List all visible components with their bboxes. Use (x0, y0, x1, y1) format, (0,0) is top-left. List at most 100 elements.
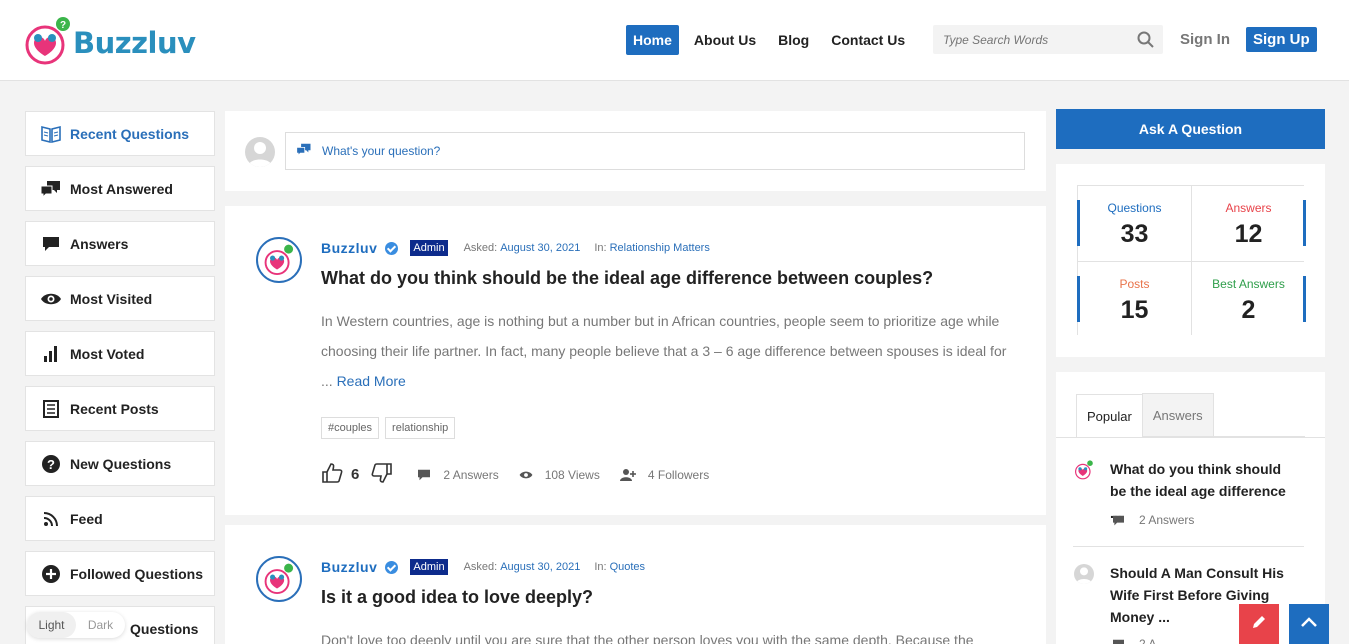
question-category[interactable]: Quotes (610, 561, 645, 573)
question-excerpt: In Western countries, age is nothing but… (321, 306, 1021, 396)
question-title[interactable]: Is it a good idea to love deeply? (321, 587, 593, 608)
question-date[interactable]: August 30, 2021 (500, 242, 580, 254)
stat-label: Best Answers (1212, 277, 1285, 291)
svg-text:?: ? (60, 20, 66, 31)
divider (1073, 546, 1304, 547)
eye-icon (519, 471, 533, 478)
svg-text:?: ? (47, 457, 55, 472)
chat-bubble-icon (1113, 639, 1124, 644)
answers-text: 2 Answers (1139, 513, 1195, 527)
answers-text: 2 A (1139, 637, 1157, 644)
question-tags: #couples relationship (321, 417, 461, 439)
question-card: Buzzluv Admin Asked: August 30, 2021 In:… (225, 525, 1046, 644)
stat-label: Posts (1119, 277, 1150, 291)
sidebar-item-label: Answers (70, 235, 129, 252)
excerpt-text: Don't love too deeply until you are sure… (321, 632, 974, 644)
sidebar-item-followed-questions[interactable]: Followed Questions (25, 551, 215, 596)
sidebar-item-most-voted[interactable]: Most Voted (25, 331, 215, 376)
sidebar-item-recent-questions[interactable]: Recent Questions (25, 111, 215, 156)
popular-answers-count[interactable]: 2 Answers (1112, 513, 1194, 527)
chat-bubbles-icon (40, 179, 62, 199)
tab-popular[interactable]: Popular (1076, 394, 1143, 437)
stat-label: Questions (1107, 201, 1162, 215)
question-excerpt: Don't love too deeply until you are sure… (321, 625, 1021, 644)
document-icon (40, 399, 62, 419)
sidebar-item-most-answered[interactable]: Most Answered (25, 166, 215, 211)
main-nav: Home About Us Blog Contact Us (626, 25, 920, 55)
rss-icon (40, 509, 62, 529)
question-circle-icon: ? (40, 454, 62, 474)
sidebar-item-label: Recent Posts (70, 400, 159, 417)
sidebar-item-label: New Questions (70, 455, 172, 472)
search-icon[interactable] (1137, 31, 1154, 53)
sidebar-item-new-questions[interactable]: ? New Questions (25, 441, 215, 486)
logo-icon: ? (25, 16, 71, 66)
category-label: In: (594, 242, 607, 254)
sidebar-item-label: Most Voted (70, 345, 145, 362)
author-name[interactable]: Buzzluv (321, 559, 377, 575)
bar-chart-icon (40, 344, 62, 364)
question-card: Buzzluv Admin Asked: August 30, 2021 In:… (225, 206, 1046, 515)
nav-blog[interactable]: Blog (771, 25, 816, 55)
ask-question-placeholder: What's your question? (322, 144, 441, 158)
stat-label: Answers (1225, 201, 1272, 215)
sidebar-item-answers[interactable]: Answers (25, 221, 215, 266)
popular-widget: Popular Answers What do you think should… (1056, 372, 1325, 644)
stat-value: 2 (1241, 296, 1256, 324)
stat-value: 15 (1120, 296, 1149, 324)
stats-widget: Questions 33 Answers 12 Posts 15 Best An… (1056, 164, 1325, 357)
excerpt-text: In Western countries, age is nothing but… (321, 313, 1007, 389)
question-date[interactable]: August 30, 2021 (500, 561, 580, 573)
read-more-link[interactable]: Read More (337, 373, 406, 389)
author-avatar (1074, 460, 1094, 480)
site-logo[interactable]: ? Buzzluv (25, 16, 196, 66)
tag[interactable]: relationship (385, 417, 456, 439)
stat-value: 12 (1234, 220, 1263, 248)
user-plus-icon (619, 468, 636, 481)
theme-light-option[interactable]: Light (27, 612, 76, 638)
author-avatar[interactable] (256, 237, 302, 283)
author-avatar[interactable] (256, 556, 302, 602)
nav-about-us[interactable]: About Us (687, 25, 763, 55)
views-count: 108 Views (519, 468, 600, 482)
author-name[interactable]: Buzzluv (321, 240, 377, 256)
question-category[interactable]: Relationship Matters (610, 242, 710, 254)
eye-icon (40, 289, 62, 309)
sidebar-item-feed[interactable]: Feed (25, 496, 215, 541)
nav-contact-us[interactable]: Contact Us (824, 25, 912, 55)
search-input[interactable] (943, 32, 1123, 47)
admin-badge: Admin (410, 559, 448, 575)
sidebar-item-most-visited[interactable]: Most Visited (25, 276, 215, 321)
answers-count[interactable]: 2 Answers (417, 467, 499, 482)
answers-text: 2 Answers (443, 467, 499, 482)
ask-question-input[interactable]: What's your question? (285, 132, 1025, 170)
nav-home[interactable]: Home (626, 25, 679, 55)
theme-dark-option[interactable]: Dark (76, 618, 125, 632)
scroll-to-top-button[interactable] (1289, 604, 1329, 644)
brand-name: Buzzluv (73, 26, 196, 60)
sign-in-link[interactable]: Sign In (1180, 31, 1230, 48)
vote-count: 6 (351, 466, 360, 483)
tag[interactable]: #couples (321, 417, 380, 439)
site-header: ? Buzzluv Home About Us Blog Contact Us … (0, 0, 1349, 81)
sidebar-item-recent-posts[interactable]: Recent Posts (25, 386, 215, 431)
question-stats: 6 2 Answers 108 Views 4 Followers (321, 462, 729, 487)
question-title[interactable]: What do you think should be the ideal ag… (321, 268, 933, 289)
tab-answers[interactable]: Answers (1141, 393, 1214, 436)
thumbs-up-icon[interactable] (321, 462, 343, 487)
popular-answers-count[interactable]: 2 A (1112, 637, 1156, 644)
followers-count[interactable]: 4 Followers (619, 468, 709, 482)
stat-answers: Answers 12 (1192, 186, 1306, 261)
question-meta: Buzzluv Admin Asked: August 30, 2021 In:… (321, 240, 724, 256)
verified-icon (385, 560, 399, 574)
sign-up-button[interactable]: Sign Up (1246, 27, 1317, 52)
sidebar-item-label: Most Answered (70, 180, 173, 197)
edit-button[interactable] (1239, 604, 1279, 644)
theme-toggle: Light Dark (27, 612, 125, 638)
chevron-up-icon (1300, 615, 1318, 633)
thumbs-down-icon[interactable] (371, 462, 393, 487)
user-avatar (245, 137, 275, 167)
ask-question-button[interactable]: Ask A Question (1056, 109, 1325, 149)
question-meta: Buzzluv Admin Asked: August 30, 2021 In:… (321, 559, 659, 575)
sidebar-item-label: Followed Questions (70, 565, 204, 582)
